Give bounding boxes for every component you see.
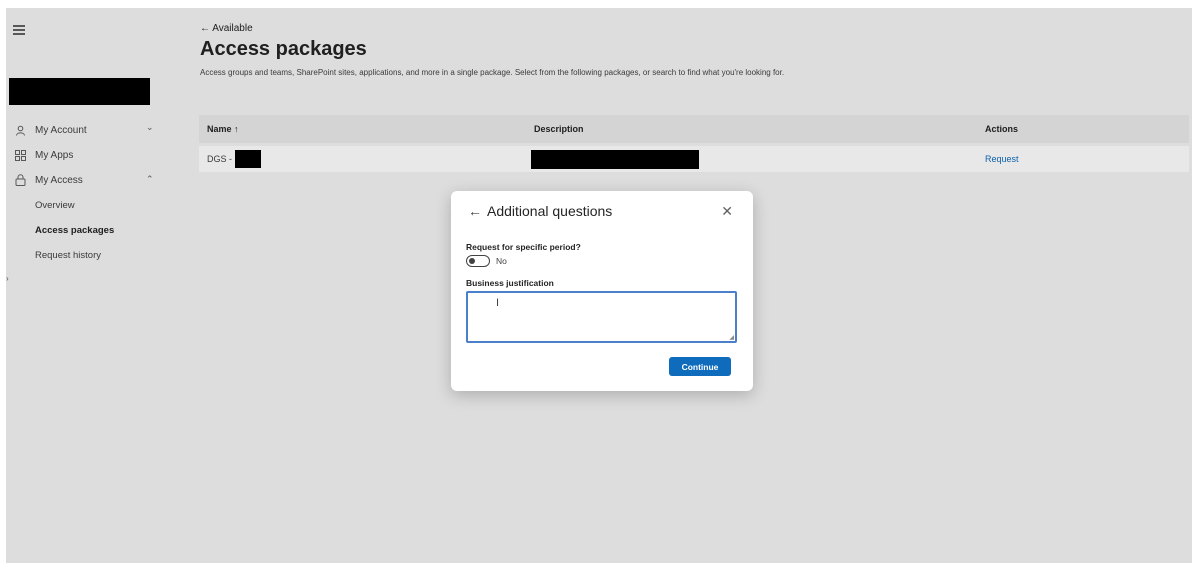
specific-period-label: Request for specific period? <box>466 242 581 252</box>
back-arrow-icon[interactable]: ← <box>468 203 482 219</box>
specific-period-toggle[interactable] <box>466 255 490 267</box>
dialog-title: Additional questions <box>487 203 613 219</box>
continue-button[interactable]: Continue <box>669 357 731 376</box>
close-icon[interactable]: ✕ <box>721 203 733 220</box>
business-justification-label: Business justification <box>466 278 554 288</box>
resize-grip-icon[interactable]: ◢ <box>729 334 734 341</box>
toggle-knob <box>469 258 475 264</box>
text-cursor-icon: I <box>496 297 500 309</box>
toggle-state-label: No <box>496 256 507 266</box>
additional-questions-dialog: ← Additional questions ✕ Request for spe… <box>451 191 753 391</box>
business-justification-input[interactable]: I ◢ <box>466 291 737 343</box>
